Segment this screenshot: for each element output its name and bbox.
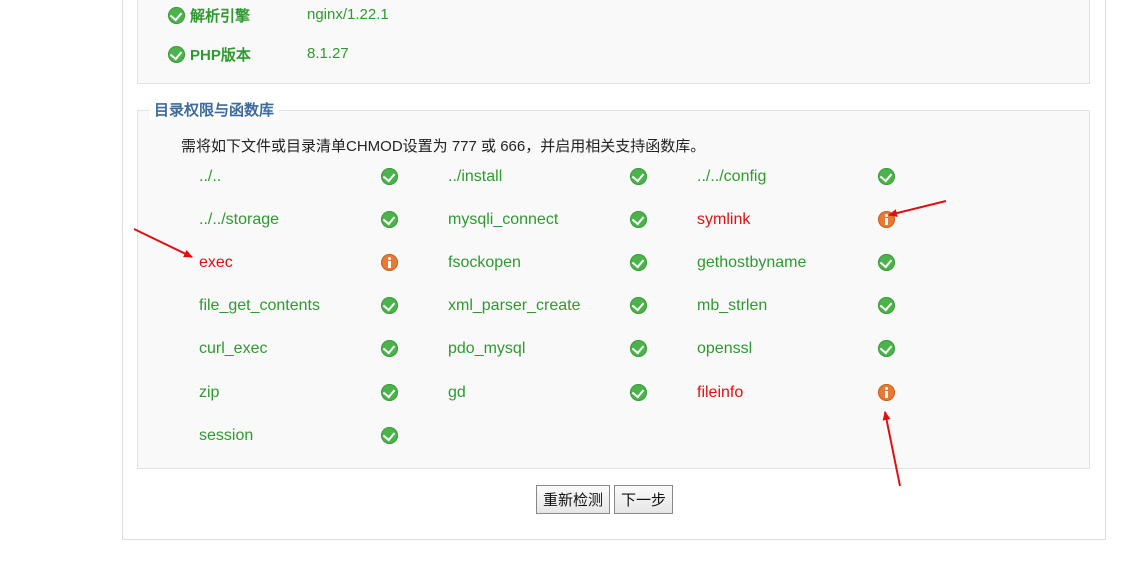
permission-item-name: ../../config [697, 168, 767, 185]
permissions-legend: 目录权限与函数库 [149, 102, 280, 120]
check-icon [630, 340, 647, 357]
warning-icon [878, 384, 895, 401]
permission-item-name: gethostbyname [697, 254, 807, 271]
permission-item-name: curl_exec [199, 340, 268, 357]
environment-row: PHP版本 [168, 44, 251, 64]
permission-item-name: pdo_mysql [448, 340, 526, 357]
environment-value: 8.1.27 [307, 45, 349, 62]
environment-value: nginx/1.22.1 [307, 6, 389, 23]
permission-item-name: fileinfo [697, 384, 744, 401]
permission-item-name: ../.. [199, 168, 222, 185]
check-icon [630, 297, 647, 314]
environment-label: 解析引擎 [190, 7, 251, 25]
check-icon [878, 168, 895, 185]
action-buttons: 重新检测 下一步 [536, 485, 674, 514]
check-icon [381, 427, 398, 444]
check-icon [168, 6, 185, 24]
permission-item-name: xml_parser_create [448, 297, 581, 314]
permission-item-name: exec [199, 254, 233, 271]
permission-item-name: file_get_contents [199, 297, 320, 314]
permission-item-name: fsockopen [448, 254, 521, 271]
check-icon [878, 340, 895, 357]
environment-panel [137, 0, 1090, 84]
environment-row: 解析引擎 [168, 5, 250, 25]
environment-label: PHP版本 [190, 46, 251, 64]
check-icon [630, 384, 647, 401]
recheck-button[interactable]: 重新检测 [536, 485, 611, 514]
warning-icon [878, 211, 895, 228]
check-icon [878, 297, 895, 314]
check-icon [630, 168, 647, 185]
permission-item-name: gd [448, 384, 466, 401]
permission-item-name: symlink [697, 211, 751, 228]
check-icon [381, 211, 398, 228]
next-step-button[interactable]: 下一步 [614, 485, 674, 514]
permissions-note: 需将如下文件或目录清单CHMOD设置为 777 或 666，并启用相关支持函数库… [181, 138, 706, 155]
permission-item-name: ../../storage [199, 211, 280, 228]
check-icon [381, 340, 398, 357]
check-icon [168, 45, 185, 63]
permission-item-name: mb_strlen [697, 297, 768, 314]
permission-item-name: session [199, 427, 254, 444]
permission-item-name: ../install [448, 168, 503, 185]
check-icon [630, 211, 647, 228]
permissions-panel [137, 110, 1090, 469]
permission-item-name: zip [199, 384, 220, 401]
permission-item-name: mysqli_connect [448, 211, 559, 228]
permission-item-name: openssl [697, 340, 753, 357]
check-icon [381, 297, 398, 314]
check-icon [878, 254, 895, 271]
warning-icon [381, 254, 398, 271]
check-icon [381, 168, 398, 185]
check-icon [630, 254, 647, 271]
check-icon [381, 384, 398, 401]
